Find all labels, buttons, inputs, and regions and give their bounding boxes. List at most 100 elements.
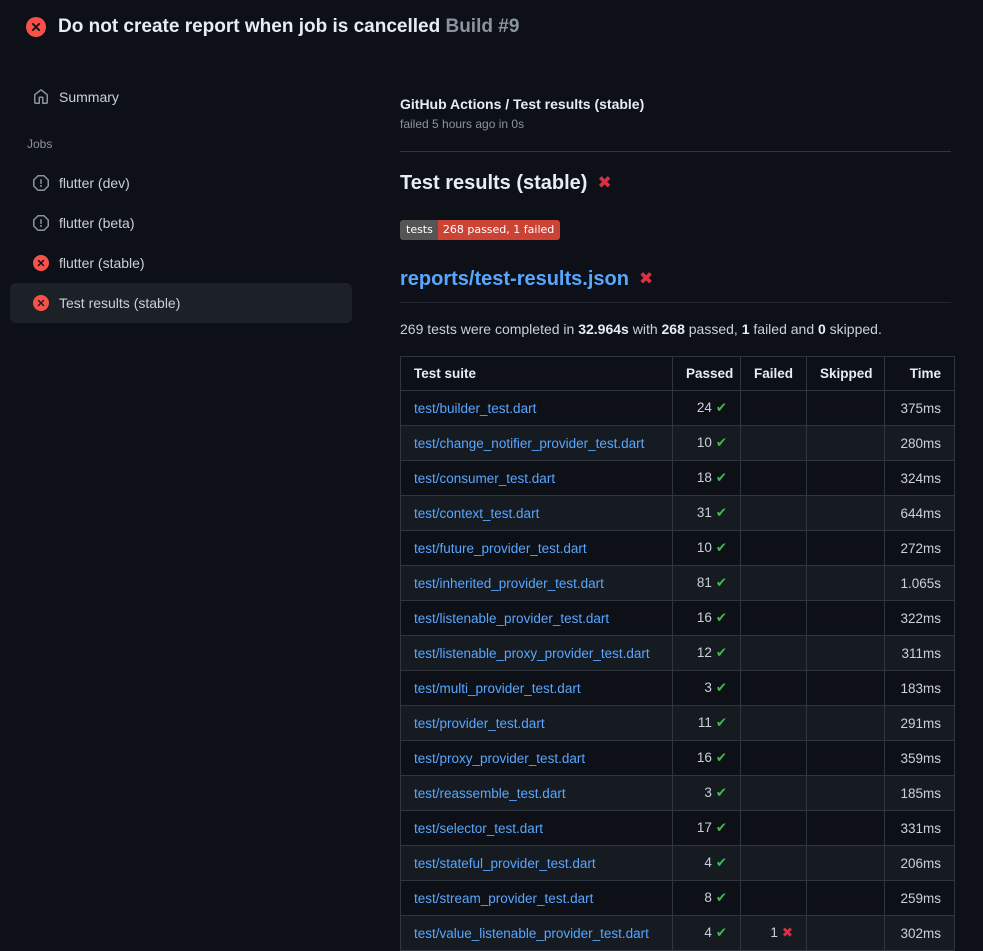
- test-suite-link[interactable]: test/stateful_provider_test.dart: [414, 856, 596, 871]
- time-cell: 291ms: [885, 706, 955, 741]
- failed-cell: [741, 741, 807, 776]
- sidebar-item-flutter-beta[interactable]: flutter (beta): [10, 203, 352, 243]
- summary-text: failed and: [750, 321, 819, 337]
- test-suite-link[interactable]: test/listenable_provider_test.dart: [414, 611, 609, 626]
- passed-cell: 16 ✔: [673, 601, 741, 636]
- check-icon: ✔: [716, 890, 727, 906]
- stop-icon: [33, 215, 49, 231]
- failed-count: 1: [770, 925, 778, 940]
- skipped-cell: [807, 636, 885, 671]
- suite-cell: test/stateful_provider_test.dart: [401, 846, 673, 881]
- table-row: test/consumer_test.dart 18 ✔ 324ms: [401, 461, 955, 496]
- check-icon: ✔: [716, 785, 727, 801]
- status-line: failed 5 hours ago in 0s: [400, 117, 951, 131]
- skipped-cell: [807, 671, 885, 706]
- test-results-table: Test suitePassedFailedSkippedTime test/b…: [400, 356, 955, 951]
- test-suite-link[interactable]: test/proxy_provider_test.dart: [414, 751, 585, 766]
- x-circle-icon: [26, 17, 46, 37]
- column-header-passed: Passed: [673, 357, 741, 391]
- test-suite-link[interactable]: test/stream_provider_test.dart: [414, 891, 593, 906]
- test-suite-link[interactable]: test/builder_test.dart: [414, 401, 536, 416]
- suite-cell: test/value_listenable_provider_test.dart: [401, 916, 673, 951]
- time-cell: 311ms: [885, 636, 955, 671]
- time-cell: 644ms: [885, 496, 955, 531]
- passed-cell: 11 ✔: [673, 706, 741, 741]
- time-cell: 302ms: [885, 916, 955, 951]
- skipped-cell: [807, 426, 885, 461]
- time-cell: 183ms: [885, 671, 955, 706]
- check-icon: ✔: [716, 575, 727, 591]
- page: { "colors": { "link": "#58a6ff", "danger…: [0, 0, 983, 950]
- sidebar-item-summary[interactable]: Summary: [10, 77, 352, 117]
- tests-badge: tests 268 passed, 1 failed: [400, 220, 560, 240]
- passed-count: 81: [697, 575, 712, 590]
- table-row: test/value_listenable_provider_test.dart…: [401, 916, 955, 951]
- test-suite-link[interactable]: test/future_provider_test.dart: [414, 541, 587, 556]
- passed-cell: 8 ✔: [673, 881, 741, 916]
- time-cell: 322ms: [885, 601, 955, 636]
- table-row: test/builder_test.dart24 ✔375ms: [401, 391, 955, 426]
- failed-cell: [741, 811, 807, 846]
- passed-count: 4: [704, 855, 712, 870]
- skipped-cell: [807, 811, 885, 846]
- test-suite-link[interactable]: test/context_test.dart: [414, 506, 539, 521]
- table-row: test/stateful_provider_test.dart4 ✔206ms: [401, 846, 955, 881]
- passed-count: 8: [704, 890, 712, 905]
- x-circle-icon: [33, 295, 49, 311]
- sidebar-item-flutter-dev[interactable]: flutter (dev): [10, 163, 352, 203]
- test-suite-link[interactable]: test/consumer_test.dart: [414, 471, 555, 486]
- skipped-cell: [807, 531, 885, 566]
- test-suite-link[interactable]: test/provider_test.dart: [414, 716, 545, 731]
- check-icon: ✔: [716, 645, 727, 661]
- sidebar-item-test-results-stable[interactable]: Test results (stable): [10, 283, 352, 323]
- table-row: test/change_notifier_provider_test.dart 1…: [401, 426, 955, 461]
- check-icon: ✔: [716, 470, 727, 486]
- failed-cell: [741, 846, 807, 881]
- test-suite-link[interactable]: test/change_notifier_provider_test.dart: [414, 436, 644, 451]
- table-row: test/proxy_provider_test.dart16 ✔359ms: [401, 741, 955, 776]
- report-heading: reports/test-results.json ✖: [400, 266, 951, 303]
- time-cell: 272ms: [885, 531, 955, 566]
- suite-cell: test/stream_provider_test.dart: [401, 881, 673, 916]
- report-file-link[interactable]: reports/test-results.json: [400, 266, 629, 292]
- time-cell: 1.065s: [885, 566, 955, 601]
- passed-count: 16: [697, 610, 712, 625]
- tests-summary: 269 tests were completed in 32.964s with…: [400, 321, 951, 338]
- passed-cell: 10 ✔: [673, 531, 741, 566]
- table-body: test/builder_test.dart24 ✔375mstest/chan…: [401, 391, 955, 951]
- table-row: test/inherited_provider_test.dart 81 ✔ 1.0…: [401, 566, 955, 601]
- time-cell: 259ms: [885, 881, 955, 916]
- test-suite-link[interactable]: test/inherited_provider_test.dart: [414, 576, 604, 591]
- sidebar-item-flutter-stable[interactable]: flutter (stable): [10, 243, 352, 283]
- time-cell: 331ms: [885, 811, 955, 846]
- test-suite-link[interactable]: test/value_listenable_provider_test.dart: [414, 926, 649, 941]
- check-icon: ✔: [716, 715, 727, 731]
- failed-cell: [741, 776, 807, 811]
- passed-cell: 31 ✔: [673, 496, 741, 531]
- time-cell: 206ms: [885, 846, 955, 881]
- test-suite-link[interactable]: test/reassemble_test.dart: [414, 786, 566, 801]
- time-cell: 324ms: [885, 461, 955, 496]
- check-icon: ✔: [716, 680, 727, 696]
- passed-count: 18: [697, 470, 712, 485]
- failed-cell: [741, 426, 807, 461]
- column-header-test-suite: Test suite: [401, 357, 673, 391]
- cross-mark-icon: ✖: [639, 266, 653, 292]
- suite-cell: test/consumer_test.dart: [401, 461, 673, 496]
- summary-failed: 1: [742, 321, 750, 337]
- failed-cell: [741, 671, 807, 706]
- test-suite-link[interactable]: test/listenable_proxy_provider_test.dart: [414, 646, 650, 661]
- passed-count: 24: [697, 400, 712, 415]
- test-suite-link[interactable]: test/selector_test.dart: [414, 821, 543, 836]
- test-suite-link[interactable]: test/multi_provider_test.dart: [414, 681, 581, 696]
- table-row: test/context_test.dart 31 ✔ 644ms: [401, 496, 955, 531]
- time-cell: 375ms: [885, 391, 955, 426]
- passed-count: 10: [697, 435, 712, 450]
- skipped-cell: [807, 706, 885, 741]
- summary-text: passed,: [685, 321, 742, 337]
- passed-count: 17: [697, 820, 712, 835]
- check-icon: ✔: [716, 435, 727, 451]
- skipped-cell: [807, 566, 885, 601]
- column-header-skipped: Skipped: [807, 357, 885, 391]
- job-label: flutter (stable): [59, 255, 145, 271]
